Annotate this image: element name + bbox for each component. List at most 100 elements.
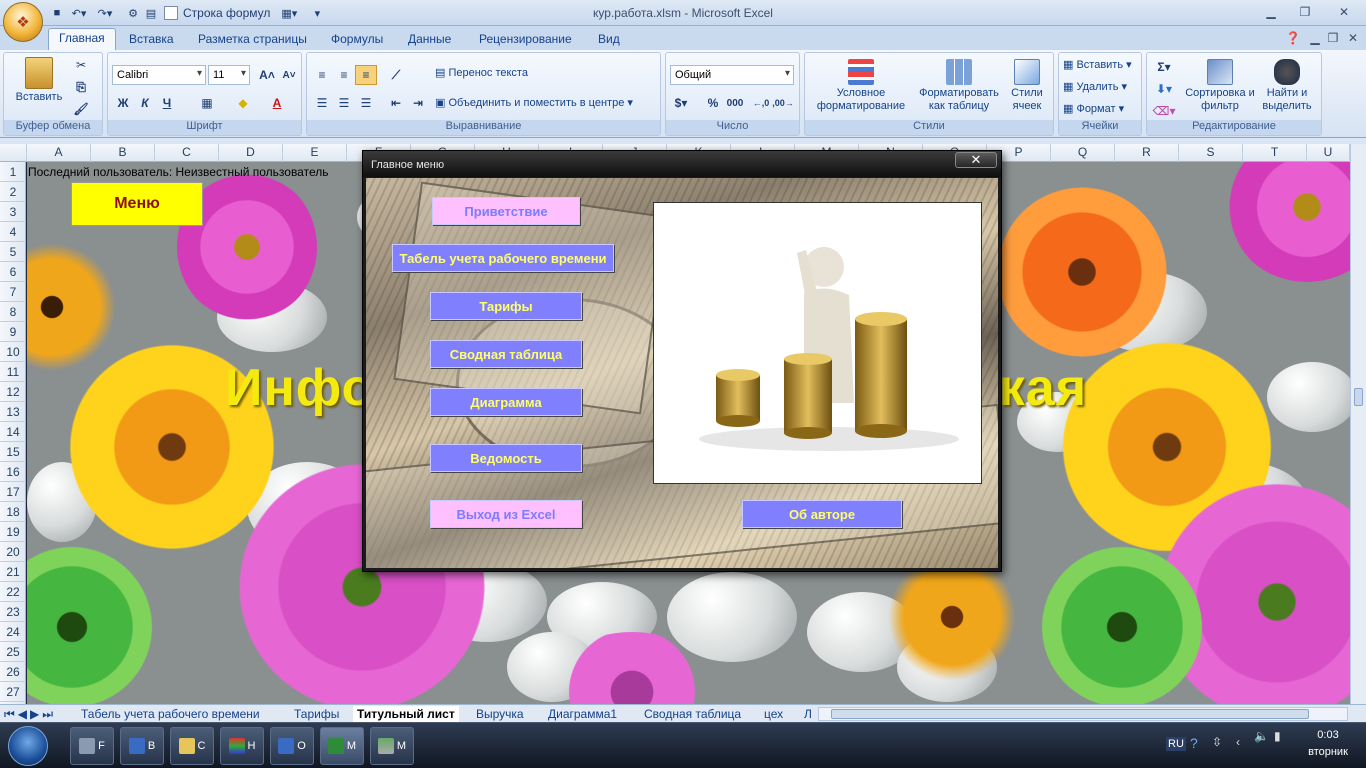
greeting-button[interactable]: Приветствие <box>432 197 580 225</box>
vertical-scrollbar[interactable] <box>1350 144 1366 704</box>
tray-icon[interactable]: ⇳ <box>1212 735 1222 749</box>
taskbar-item[interactable]: В <box>120 727 164 765</box>
row-header[interactable]: 6 <box>0 262 26 282</box>
grow-font-icon[interactable]: A˄ <box>256 65 278 85</box>
doc-close-button[interactable]: ✕ <box>1340 28 1366 48</box>
find-select-button[interactable]: Найти и выделить <box>1255 59 1319 113</box>
currency-icon[interactable]: $▾ <box>670 93 692 113</box>
tab-insert[interactable]: Вставка <box>119 30 184 50</box>
column-header[interactable]: B <box>91 144 155 162</box>
column-header[interactable]: T <box>1243 144 1307 162</box>
timesheet-button[interactable]: Табель учета рабочего времени <box>392 244 614 272</box>
minimize-button[interactable]: ▁ <box>1258 2 1284 22</box>
underline-button[interactable]: Ч <box>156 93 178 113</box>
font-size-select[interactable]: 11 <box>208 65 250 85</box>
taskbar-item[interactable]: Н <box>220 727 264 765</box>
column-header[interactable]: C <box>155 144 219 162</box>
insert-cells-button[interactable]: ▦ Вставить ▾ <box>1063 59 1132 72</box>
maximize-button[interactable]: ❐ <box>1292 2 1318 22</box>
network-icon[interactable]: ▮ <box>1274 729 1281 743</box>
cell-styles-button[interactable]: Стили ячеек <box>1005 59 1049 113</box>
taskbar-item-active[interactable]: М <box>320 727 364 765</box>
tab-view[interactable]: Вид <box>588 30 630 50</box>
merge-center-button[interactable]: ▣ Объединить и поместить в центре ▾ <box>435 97 633 110</box>
taskbar-item[interactable]: С <box>170 727 214 765</box>
tariffs-button[interactable]: Тарифы <box>430 292 582 320</box>
copy-icon[interactable]: ⎘ <box>70 77 92 97</box>
column-header[interactable]: R <box>1115 144 1179 162</box>
sheet-tab[interactable]: Выручка <box>476 706 524 722</box>
column-header[interactable]: D <box>219 144 283 162</box>
bold-button[interactable]: Ж <box>112 93 134 113</box>
row-header[interactable]: 21 <box>0 562 26 582</box>
sheet-tab[interactable]: Л <box>804 706 812 722</box>
column-header[interactable]: A <box>27 144 91 162</box>
scroll-thumb[interactable] <box>1354 388 1363 406</box>
help-tray-icon[interactable]: ? <box>1190 735 1198 751</box>
format-cells-button[interactable]: ▦ Формат ▾ <box>1063 103 1124 116</box>
row-header[interactable]: 7 <box>0 282 26 302</box>
start-button[interactable] <box>8 726 48 766</box>
row-header[interactable]: 11 <box>0 362 26 382</box>
menu-button[interactable]: Меню <box>71 182 203 226</box>
align-top-icon[interactable]: ≡ <box>311 65 333 85</box>
sheet-tab[interactable]: Табель учета рабочего времени <box>81 706 260 722</box>
align-left-icon[interactable]: ☰ <box>311 93 333 113</box>
statement-button[interactable]: Ведомость <box>430 444 582 472</box>
row-header[interactable]: 5 <box>0 242 26 262</box>
office-button[interactable]: ❖ <box>3 2 43 42</box>
row-header[interactable]: 24 <box>0 622 26 642</box>
row-header[interactable]: 4 <box>0 222 26 242</box>
sheet-tab[interactable]: Сводная таблица <box>644 706 741 722</box>
row-header[interactable]: 22 <box>0 582 26 602</box>
align-center-icon[interactable]: ☰ <box>333 93 355 113</box>
number-format-select[interactable]: Общий <box>670 65 794 85</box>
exit-excel-button[interactable]: Выход из Excel <box>430 500 582 528</box>
delete-cells-button[interactable]: ▦ Удалить ▾ <box>1063 81 1127 94</box>
tab-formulas[interactable]: Формулы <box>321 30 393 50</box>
row-header[interactable]: 25 <box>0 642 26 662</box>
column-header[interactable]: E <box>283 144 347 162</box>
clear-icon[interactable]: ⌫▾ <box>1153 101 1176 121</box>
row-header[interactable]: 23 <box>0 602 26 622</box>
sort-filter-button[interactable]: Сортировка и фильтр <box>1185 59 1255 113</box>
format-painter-icon[interactable]: 🖌 <box>70 99 92 119</box>
row-header[interactable]: 17 <box>0 482 26 502</box>
about-author-button[interactable]: Об авторе <box>742 500 902 528</box>
decrease-indent-icon[interactable]: ⇤ <box>385 93 407 113</box>
select-all-corner[interactable] <box>0 144 27 162</box>
show-hidden-icons-icon[interactable]: ‹ <box>1236 735 1240 749</box>
sheet-tab[interactable]: Диаграмма1 <box>548 706 617 722</box>
volume-icon[interactable]: 🔈 <box>1254 729 1269 743</box>
row-header[interactable]: 27 <box>0 682 26 702</box>
percent-button[interactable]: % <box>702 93 724 113</box>
language-indicator[interactable]: RU <box>1166 737 1186 751</box>
increase-indent-icon[interactable]: ⇥ <box>407 93 429 113</box>
column-header[interactable]: S <box>1179 144 1243 162</box>
row-header[interactable]: 1 <box>0 162 26 182</box>
fill-icon[interactable]: ⬇▾ <box>1153 79 1175 99</box>
font-name-select[interactable]: Calibri <box>112 65 206 85</box>
sheet-nav-arrows-icon[interactable]: ⏮◀▶⏭ <box>4 706 56 722</box>
tab-page-layout[interactable]: Разметка страницы <box>188 30 317 50</box>
autosum-icon[interactable]: Σ▾ <box>1153 57 1175 77</box>
taskbar-item[interactable]: М <box>370 727 414 765</box>
tab-data[interactable]: Данные <box>398 30 461 50</box>
pivot-table-button[interactable]: Сводная таблица <box>430 340 582 368</box>
row-header[interactable]: 16 <box>0 462 26 482</box>
paste-button[interactable]: Вставить <box>14 57 64 104</box>
thousands-button[interactable]: 000 <box>724 93 746 113</box>
dialog-title-bar[interactable]: Главное меню ✕ <box>363 151 1001 177</box>
align-middle-icon[interactable]: ≡ <box>333 65 355 85</box>
taskbar-item[interactable]: О <box>270 727 314 765</box>
row-header[interactable]: 18 <box>0 502 26 522</box>
column-header[interactable]: U <box>1307 144 1350 162</box>
row-header[interactable]: 20 <box>0 542 26 562</box>
sheet-tab[interactable]: Тарифы <box>294 706 339 722</box>
format-as-table-button[interactable]: Форматировать как таблицу <box>913 59 1005 113</box>
sheet-tab-active[interactable]: Титульный лист <box>353 706 459 722</box>
wrap-text-button[interactable]: ▤ Перенос текста <box>435 67 528 80</box>
align-right-icon[interactable]: ☰ <box>355 93 377 113</box>
row-header[interactable]: 2 <box>0 182 26 202</box>
row-header[interactable]: 9 <box>0 322 26 342</box>
